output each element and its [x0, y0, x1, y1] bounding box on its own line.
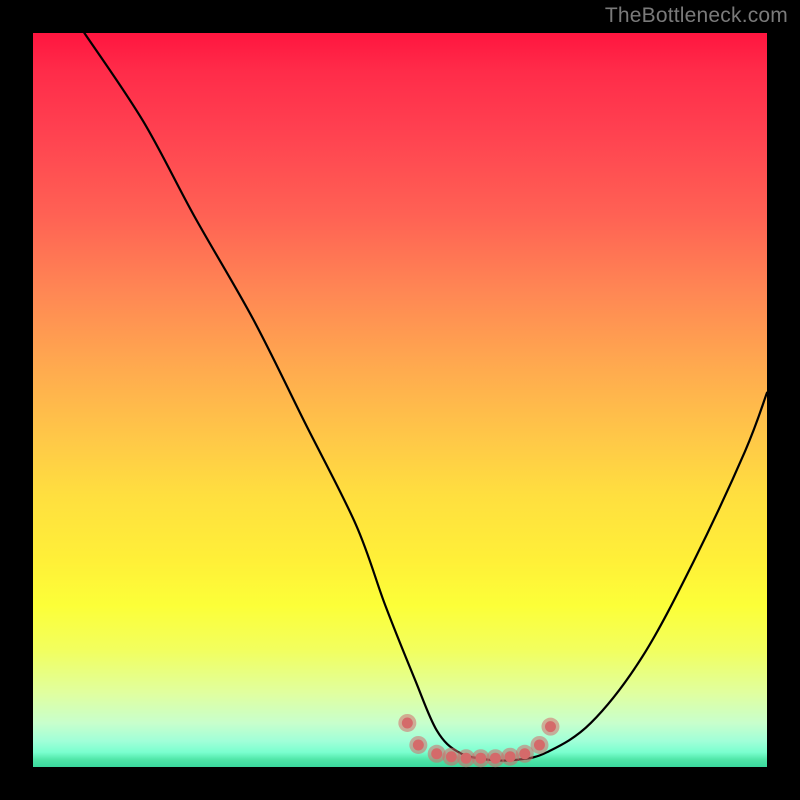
- chart-svg: [33, 33, 767, 767]
- bottleneck-curve-line: [84, 33, 767, 761]
- watermark-text: TheBottleneck.com: [605, 4, 788, 28]
- chart-plot-area: [33, 33, 767, 767]
- optimal-region-markers: [398, 714, 559, 767]
